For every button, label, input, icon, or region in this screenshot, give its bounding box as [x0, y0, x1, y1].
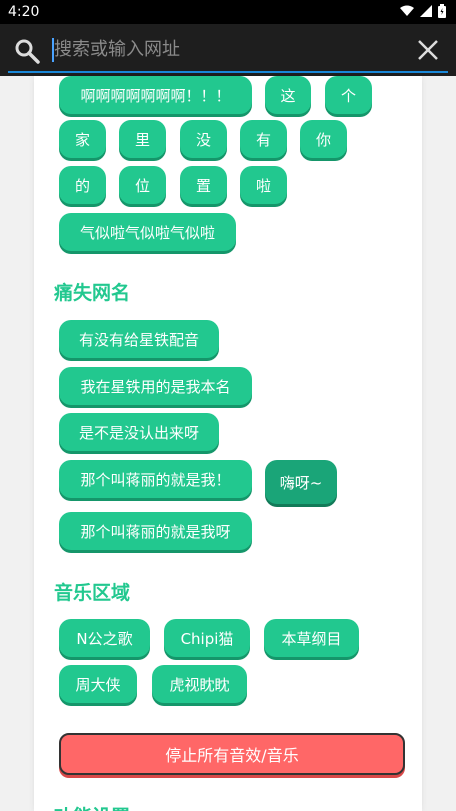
sound-button[interactable]: 是不是没认出来呀	[59, 413, 219, 451]
content-card: 啊啊啊啊啊啊啊！！！ 这 个 家 里 没 有 你 的 位 置 啦 气似啦气似啦气…	[34, 76, 422, 811]
sound-button[interactable]: 有没有给星铁配音	[59, 320, 219, 358]
sound-button[interactable]: 没	[180, 120, 227, 158]
stop-all-button[interactable]: 停止所有音效/音乐	[59, 733, 405, 775]
search-input[interactable]: 搜索或输入网址	[54, 36, 394, 64]
signal-icon	[420, 5, 432, 17]
status-time: 4:20	[8, 4, 40, 20]
sound-button[interactable]: 家	[59, 120, 106, 158]
music-button[interactable]: 虎视眈眈	[152, 665, 247, 703]
battery-icon	[438, 4, 446, 18]
sound-button[interactable]: 啦	[240, 166, 287, 204]
sound-button[interactable]: 气似啦气似啦气似啦	[59, 213, 236, 251]
sound-button[interactable]: 的	[59, 166, 106, 204]
sound-button[interactable]: 那个叫蒋丽的就是我！	[59, 460, 252, 498]
sound-button[interactable]: 个	[325, 76, 372, 114]
status-bar: 4:20	[0, 0, 456, 24]
wifi-icon	[400, 5, 414, 16]
music-button[interactable]: 周大侠	[59, 665, 137, 703]
music-button[interactable]: 本草纲目	[264, 619, 359, 657]
music-button[interactable]: N公之歌	[59, 619, 150, 657]
sound-button[interactable]: 我在星铁用的是我本名	[59, 367, 252, 405]
sound-button[interactable]: 位	[119, 166, 166, 204]
section-title-music: 音乐区域	[54, 582, 131, 604]
music-button[interactable]: Chipi猫	[164, 619, 250, 657]
close-icon[interactable]	[416, 38, 440, 62]
sound-button[interactable]: 啊啊啊啊啊啊啊！！！	[59, 76, 252, 114]
section-title-nickname: 痛失网名	[54, 282, 131, 304]
sound-button[interactable]: 这	[265, 76, 311, 114]
sound-button[interactable]: 有	[240, 120, 287, 158]
sound-button[interactable]: 你	[300, 120, 347, 158]
sound-button[interactable]: 那个叫蒋丽的就是我呀	[59, 512, 252, 550]
section-title-settings: 功能设置	[54, 802, 130, 811]
sound-button[interactable]: 置	[180, 166, 227, 204]
search-underline	[8, 71, 448, 73]
sound-button-active[interactable]: 嗨呀~	[265, 460, 337, 504]
search-icon[interactable]	[14, 38, 40, 64]
status-icons	[400, 4, 446, 18]
search-bar: 搜索或输入网址	[0, 24, 456, 76]
sound-button[interactable]: 里	[119, 120, 166, 158]
